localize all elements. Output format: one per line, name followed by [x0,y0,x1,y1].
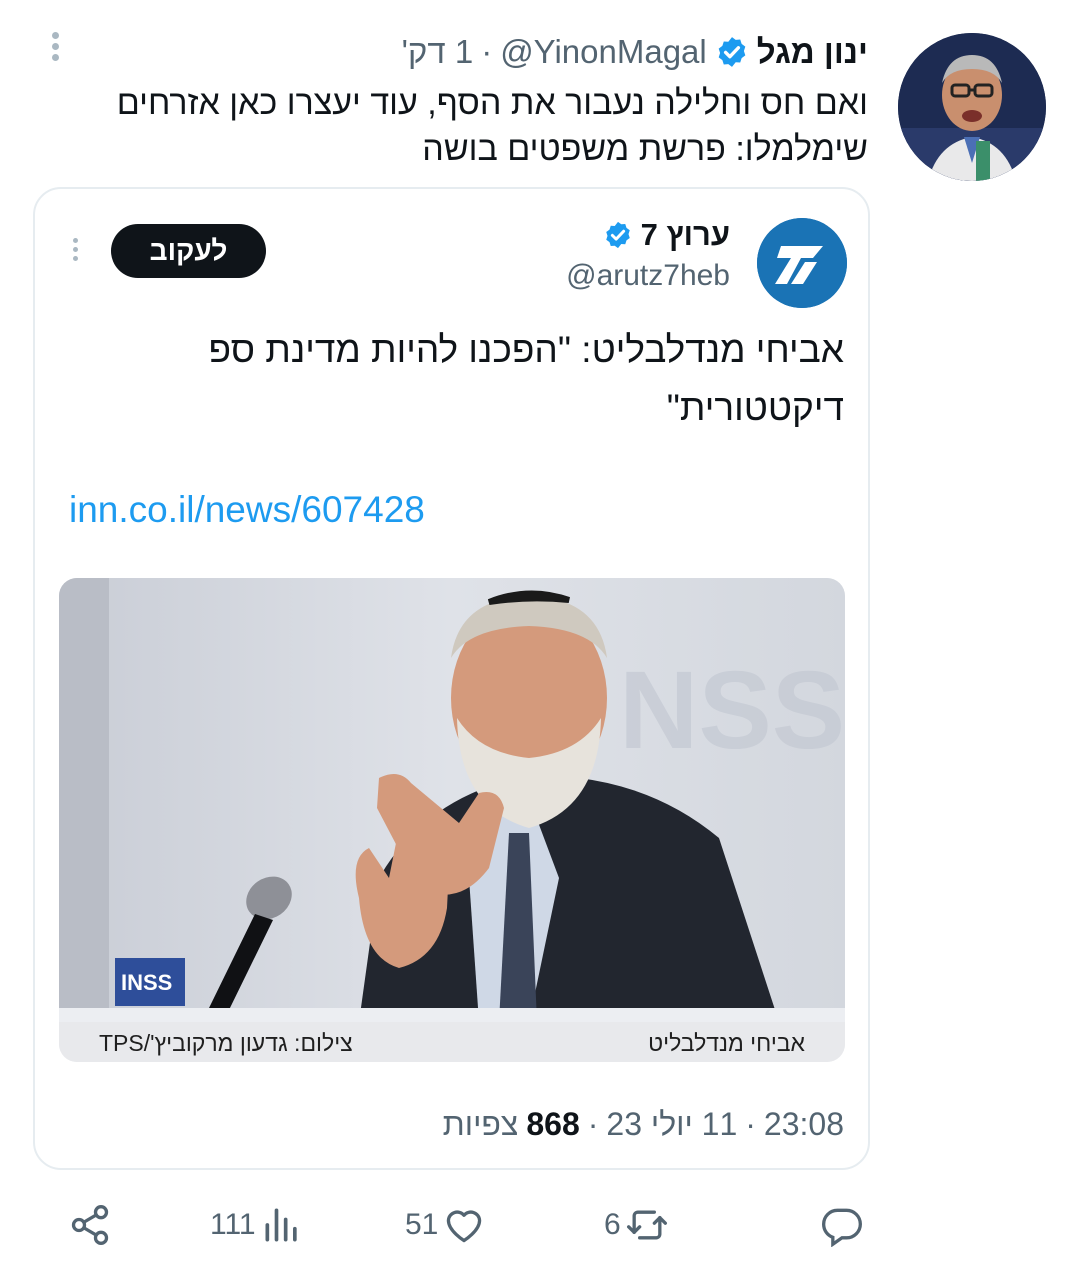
tweet-header: ינון מגל @YinonMagal · 1 דק' [402,30,868,74]
quoted-tweet-link[interactable]: inn.co.il/news/607428 [69,489,425,531]
views-count: 868 [526,1106,580,1142]
meta-date[interactable]: 11 יולי 23 [606,1106,737,1143]
author-avatar[interactable] [898,33,1046,181]
tweet-time[interactable]: 1 דק' [402,33,474,71]
retweet-count: 6 [604,1208,621,1241]
quoted-tweet-text: אביחי מנדלבליט: "הפכנו להיות מדינת ספ די… [208,329,844,428]
reply-icon [820,1203,864,1247]
quoted-tweet-meta: 23:08 · 11 יולי 23 · 868 צפיות [443,1106,844,1143]
image-caption-bar: צילום: גדעון מרקוביץ'/TPS אביחי מנדלבליט [59,1022,845,1062]
arutz7-logo-icon[interactable] [757,218,847,308]
like-button[interactable]: 51 [405,1200,486,1250]
more-options-icon[interactable] [67,234,83,270]
views-button[interactable]: 111 [210,1200,304,1250]
meta-time[interactable]: 23:08 [764,1106,844,1143]
quoted-author-handle[interactable]: @arutz7heb [566,259,730,293]
author-handle[interactable]: @YinonMagal [500,33,707,71]
like-count: 51 [405,1208,439,1241]
tweet-text: ואם חס וחלילה נעבור את הסף, עוד יעצרו כא… [116,84,868,168]
quoted-author-name[interactable]: ערוץ 7 [641,217,730,253]
photo-credit: צילום: גדעון מרקוביץ'/TPS [99,1030,353,1056]
meta-separator: · [745,1106,756,1142]
meta-separator: · [587,1106,599,1142]
retweet-icon [625,1203,669,1247]
svg-text:NSS: NSS [619,649,845,772]
share-icon [68,1203,112,1247]
quoted-tweet-card[interactable]: ערוץ 7 @arutz7heb לעקוב אביחי מנדלבליט: … [33,187,870,1170]
link-preview-image[interactable]: NSS INSS צילום: גדעון מרקוביץ'/TPS אביחי… [59,578,845,1062]
more-options-icon[interactable] [44,28,66,68]
photo-subject-name: אביחי מנדלבליט [648,1030,805,1056]
quoted-author: ערוץ 7 [603,217,730,253]
reply-button[interactable] [820,1200,868,1250]
views-label: צפיות [442,1106,519,1142]
verified-badge-icon [603,220,633,250]
author-name[interactable]: ינון מגל [757,33,868,71]
speaker-photo: NSS INSS [59,578,845,1022]
share-button[interactable] [68,1200,112,1250]
follow-button[interactable]: לעקוב [111,224,266,278]
analytics-icon [260,1203,304,1247]
views-action-count: 111 [210,1208,256,1241]
retweet-button[interactable]: 6 [604,1200,669,1250]
header-separator: · [481,33,493,70]
heart-icon [442,1203,486,1247]
inss-sign-text: INSS [121,970,172,995]
verified-badge-icon [715,35,749,69]
